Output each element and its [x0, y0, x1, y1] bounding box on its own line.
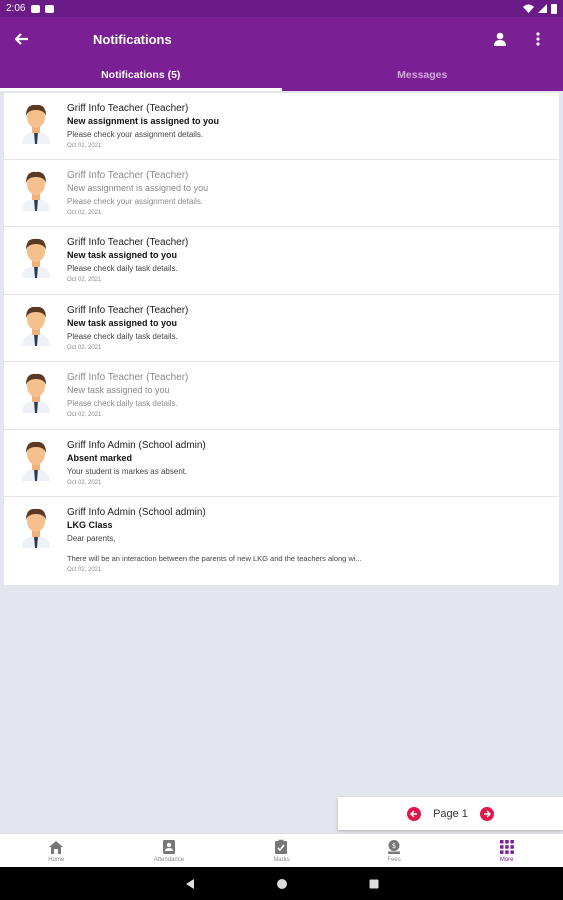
notification-item[interactable]: Griff Info Teacher (Teacher) New assignm…: [4, 160, 559, 227]
notification-body: Please check your assignment details.: [67, 197, 204, 206]
nav-label: Fees: [387, 856, 401, 863]
arrow-left-icon: [410, 810, 418, 817]
nav-label: Marks: [273, 856, 290, 863]
notification-body: Your student is markes as absent.: [67, 467, 188, 476]
nav-item-attendance[interactable]: Attendance: [113, 834, 226, 867]
tab-notifications[interactable]: Notifications (5): [0, 61, 282, 91]
app-bar: Notifications: [0, 17, 563, 61]
nav-label: Attendance: [153, 856, 185, 863]
next-page-button[interactable]: [479, 806, 494, 821]
notification-body-preview: There will be an interaction between the…: [67, 554, 362, 563]
notification-sender: Griff Info Admin (School admin): [67, 507, 206, 518]
status-time: 2:06: [6, 3, 26, 14]
nav-item-fees[interactable]: $ Fees: [338, 834, 451, 867]
pager: Page 1: [338, 797, 563, 830]
app-bar-actions: [491, 30, 563, 48]
notification-item[interactable]: Griff Info Admin (School admin) Absent m…: [4, 430, 559, 497]
avatar-icon: [22, 508, 50, 548]
svg-text:$: $: [392, 842, 396, 850]
attendance-icon: [162, 839, 175, 854]
notification-item[interactable]: Griff Info Teacher (Teacher) New task as…: [4, 227, 559, 295]
tab-messages[interactable]: Messages: [282, 61, 563, 91]
notification-body: Please check daily task details.: [67, 332, 178, 341]
notification-date: Oct 02, 2021: [67, 345, 102, 351]
notification-subject: New task assigned to you: [67, 318, 178, 328]
notification-item[interactable]: Griff Info Admin (School admin) LKG Clas…: [4, 497, 559, 585]
back-button[interactable]: [0, 29, 44, 50]
grid-icon: [499, 839, 514, 854]
status-right: [523, 3, 557, 14]
app-notification-icon: [45, 4, 55, 13]
notification-item[interactable]: Griff Info Teacher (Teacher) New task as…: [4, 362, 559, 430]
more-vertical-icon: [536, 32, 540, 46]
previous-page-button[interactable]: [407, 806, 422, 821]
notification-subject: New task assigned to you: [67, 250, 178, 260]
home-icon: [49, 840, 64, 854]
nav-item-home[interactable]: Home: [0, 834, 113, 867]
person-icon: [494, 32, 506, 46]
notification-item[interactable]: Griff Info Teacher (Teacher) New task as…: [4, 295, 559, 362]
system-back-icon[interactable]: [184, 878, 196, 890]
notification-body: Please check daily task details.: [67, 399, 178, 408]
nav-label: More: [499, 856, 514, 863]
notification-date: Oct 02, 2021: [67, 567, 102, 573]
avatar-icon: [22, 373, 50, 413]
notification-body: Dear parents,: [67, 534, 116, 543]
notification-item[interactable]: Griff Info Teacher (Teacher) New assignm…: [4, 93, 559, 160]
signal-icon: [538, 4, 547, 13]
profile-button[interactable]: [491, 30, 509, 48]
avatar-icon: [22, 441, 50, 481]
fees-icon: $: [388, 839, 401, 854]
bottom-navigation: Home Attendance Marks $ Fees More: [0, 833, 563, 867]
notification-date: Oct 02, 2021: [67, 412, 102, 418]
status-bar: 2:06: [0, 0, 563, 17]
notification-subject: LKG Class: [67, 520, 113, 530]
notification-sender: Griff Info Admin (School admin): [67, 440, 206, 451]
chat-notification-icon: [31, 4, 41, 13]
system-home-icon[interactable]: [276, 878, 288, 890]
notification-sender: Griff Info Teacher (Teacher): [67, 237, 189, 248]
marks-icon: [275, 839, 288, 854]
battery-icon: [551, 3, 557, 14]
notification-date: Oct 02, 2021: [67, 480, 102, 486]
notification-body: Please check daily task details.: [67, 264, 178, 273]
overflow-menu-button[interactable]: [529, 30, 547, 48]
system-recents-icon[interactable]: [368, 878, 380, 890]
avatar-icon: [22, 171, 50, 211]
notification-subject: Absent marked: [67, 453, 133, 463]
avatar-icon: [22, 306, 50, 346]
notification-subject: New assignment is assigned to you: [67, 183, 209, 193]
page-label: Page 1: [433, 807, 468, 820]
nav-item-more[interactable]: More: [450, 834, 563, 867]
notification-body: Please check your assignment details.: [67, 130, 204, 139]
tab-bar: Notifications (5) Messages: [0, 61, 563, 91]
notification-subject: New task assigned to you: [67, 385, 170, 395]
nav-label: Home: [48, 856, 65, 863]
arrow-left-icon: [14, 32, 28, 45]
system-navigation-bar: [0, 867, 563, 900]
avatar-icon: [22, 238, 50, 278]
page-title: Notifications: [93, 31, 172, 47]
notification-sender: Griff Info Teacher (Teacher): [67, 305, 189, 316]
notification-sender: Griff Info Teacher (Teacher): [67, 372, 189, 383]
notification-date: Oct 02, 2021: [67, 277, 102, 283]
arrow-right-icon: [483, 810, 491, 817]
notification-list: Griff Info Teacher (Teacher) New assignm…: [4, 93, 559, 585]
notification-date: Oct 02, 2021: [67, 210, 102, 216]
nav-item-marks[interactable]: Marks: [225, 834, 338, 867]
notification-sender: Griff Info Teacher (Teacher): [67, 170, 189, 181]
avatar-icon: [22, 104, 50, 144]
wifi-icon: [523, 4, 534, 13]
notification-date: Oct 02, 2021: [67, 143, 102, 149]
notification-subject: New assignment is assigned to you: [67, 116, 220, 126]
notification-sender: Griff Info Teacher (Teacher): [67, 103, 189, 114]
